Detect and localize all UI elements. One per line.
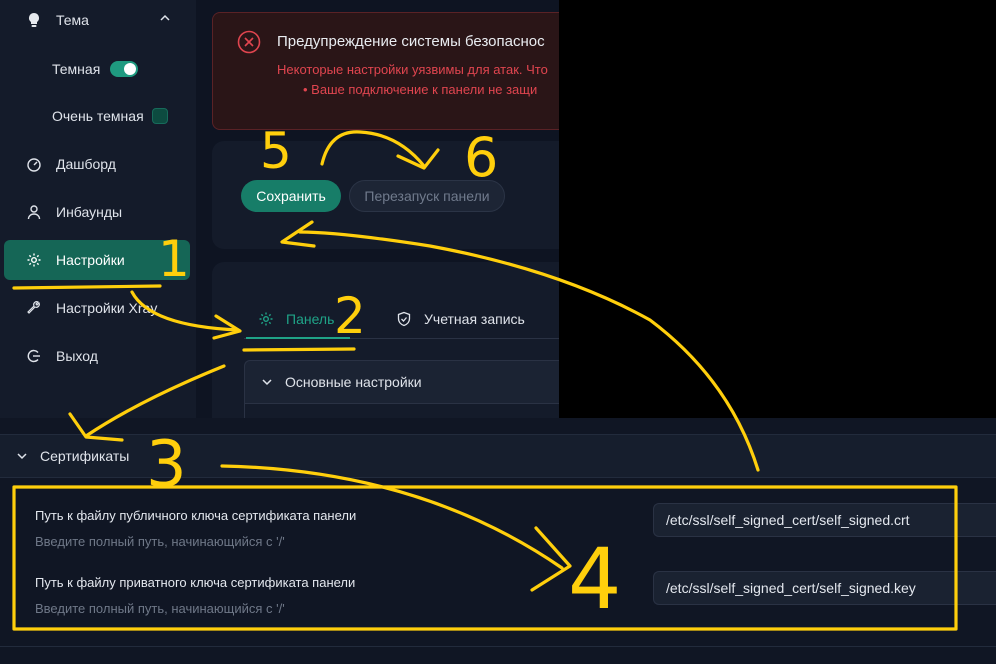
bulb-icon	[26, 12, 42, 28]
sidebar-item-label: Дашборд	[56, 156, 116, 172]
tab-label: Учетная запись	[424, 311, 525, 327]
ultra-dark-label: Очень темная	[52, 108, 144, 124]
sidebar-item-dashboard[interactable]: Дашборд	[4, 144, 190, 184]
gear-icon	[258, 311, 274, 327]
public-key-path-input[interactable]: /etc/ssl/self_signed_cert/self_signed.cr…	[653, 503, 996, 537]
user-icon	[26, 204, 42, 220]
chevron-down-icon	[261, 376, 273, 388]
sidebar-item-logout[interactable]: Выход	[4, 336, 190, 376]
dark-theme-toggle[interactable]	[110, 61, 139, 77]
alert-description: Некоторые настройки уязвимы для атак. Чт…	[277, 62, 548, 77]
gear-icon	[26, 252, 42, 268]
sidebar-item-inbounds[interactable]: Инбаунды	[4, 192, 190, 232]
sidebar-item-xray-settings[interactable]: Настройки Xray	[4, 288, 190, 328]
tab-account[interactable]: Учетная запись	[396, 308, 525, 330]
active-tab-indicator	[246, 337, 350, 339]
public-key-path-title: Путь к файлу публичного ключа сертификат…	[35, 508, 357, 523]
sidebar-item-label: Тема	[56, 12, 89, 28]
restart-panel-button[interactable]: Перезапуск панели	[349, 180, 505, 212]
security-alert: Предупреждение системы безопаснос Некото…	[212, 12, 559, 130]
collapse-label: Сертификаты	[40, 448, 130, 464]
sidebar-item-label: Настройки Xray	[56, 300, 158, 316]
collapse-basic-body	[244, 404, 559, 418]
private-key-path-input[interactable]: /etc/ssl/self_signed_cert/self_signed.ke…	[653, 571, 996, 605]
chevron-up-icon	[160, 13, 172, 25]
collapse-basic-settings[interactable]: Основные настройки	[244, 360, 559, 404]
chevron-down-icon	[16, 450, 28, 462]
sidebar-item-label: Инбаунды	[56, 204, 123, 220]
sidebar-item-settings[interactable]: Настройки	[4, 240, 190, 280]
sidebar-item-label: Настройки	[56, 252, 125, 268]
wrench-icon	[26, 300, 42, 316]
dark-theme-label: Темная	[52, 61, 101, 77]
ultra-dark-checkbox[interactable]	[151, 108, 168, 124]
alert-title: Предупреждение системы безопаснос	[277, 33, 545, 50]
sidebar-item-theme[interactable]: Тема	[4, 0, 190, 40]
close-circle-icon	[237, 30, 261, 54]
shield-icon	[396, 311, 412, 327]
logout-icon	[26, 348, 42, 364]
collapse-certificates[interactable]: Сертификаты	[0, 434, 996, 478]
private-key-path-hint: Введите полный путь, начинающийся с '/'	[35, 601, 285, 616]
ultra-dark-option: Очень темная	[52, 105, 168, 127]
collapse-label: Основные настройки	[285, 374, 422, 390]
public-key-path-hint: Введите полный путь, начинающийся с '/'	[35, 534, 285, 549]
dark-theme-option: Темная	[52, 58, 139, 80]
tab-panel[interactable]: Панель	[258, 308, 334, 330]
dashboard-icon	[26, 156, 42, 172]
next-section-header	[0, 646, 996, 664]
alert-bullet: • Ваше подключение к панели не защи	[303, 82, 538, 97]
tab-label: Панель	[286, 311, 335, 327]
save-button[interactable]: Сохранить	[241, 180, 341, 212]
private-key-path-title: Путь к файлу приватного ключа сертификат…	[35, 575, 356, 590]
sidebar-item-label: Выход	[56, 348, 98, 364]
